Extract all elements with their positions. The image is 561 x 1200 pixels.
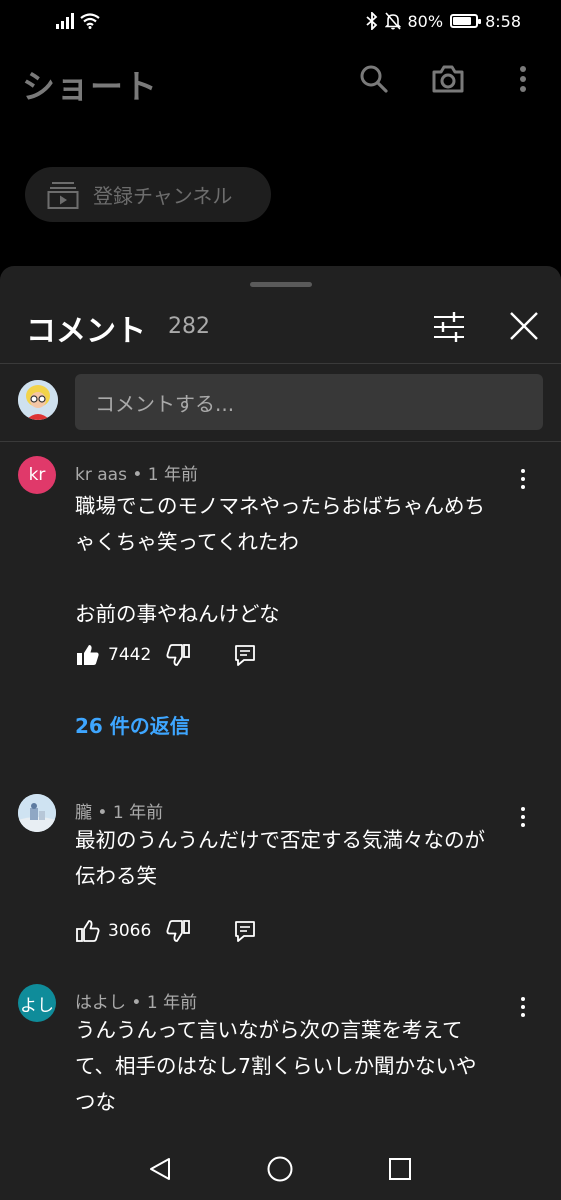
comment-line: ゃくちゃ笑ってくれたわ — [75, 530, 299, 554]
comment-line: 職場でこのモノマネやったらおばちゃんめち — [75, 494, 485, 518]
comment-line: 伝わる笑 — [75, 864, 157, 888]
comment-text: うんうんって言いながら次の言葉を考えて て、相手のはなし7割くらいしか聞かないや… — [75, 1012, 520, 1120]
avatar[interactable] — [18, 794, 56, 832]
comments-count: 282 — [168, 314, 210, 339]
comment-actions: 3066 — [75, 916, 258, 946]
reply-icon[interactable] — [232, 918, 258, 944]
home-icon[interactable] — [265, 1154, 295, 1184]
recents-icon[interactable] — [385, 1154, 415, 1184]
drag-handle[interactable] — [250, 282, 312, 287]
comment-line — [75, 560, 520, 596]
more-vert-icon[interactable] — [506, 62, 540, 96]
bell-off-icon — [384, 12, 401, 30]
comment-meta: 朧 • 1 年前 — [75, 798, 163, 823]
app-header: ショート — [0, 42, 561, 122]
clock: 8:58 — [485, 11, 521, 31]
comment-author[interactable]: 朧 — [75, 803, 92, 823]
camera-icon[interactable] — [431, 62, 465, 96]
comment-time: 1 年前 — [112, 803, 164, 823]
avatar[interactable]: kr — [18, 456, 56, 494]
close-icon[interactable] — [506, 308, 542, 344]
avatar-image — [18, 794, 56, 832]
divider — [0, 363, 561, 364]
battery-level — [453, 17, 472, 25]
comments-title: コメント — [26, 314, 146, 349]
meta-separator: • — [97, 803, 113, 823]
comment-input[interactable]: コメントする... — [75, 374, 543, 430]
signal-icon — [56, 13, 74, 29]
back-icon[interactable] — [145, 1154, 175, 1184]
meta-separator: • — [132, 465, 148, 485]
comments-sheet: コメント 282 コメントする... kr kr aas • 1 年前 職場でこ… — [0, 266, 561, 1200]
thumbs-up-filled-icon[interactable] — [75, 642, 101, 668]
thumbs-up-icon[interactable] — [75, 918, 101, 944]
status-bar: 80% 8:58 — [0, 0, 561, 42]
comment-line: て、相手のはなし7割くらいしか聞かないや — [75, 1054, 477, 1078]
navigation-bar — [0, 1136, 561, 1200]
comment-author[interactable]: kr aas — [75, 465, 127, 485]
comment-line: 最初のうんうんだけで否定する気満々なのが — [75, 828, 485, 852]
comment-author[interactable]: はよし — [75, 993, 126, 1013]
thumbs-down-icon[interactable] — [165, 918, 191, 944]
avatar — [18, 380, 58, 420]
meta-separator: • — [131, 993, 147, 1013]
reply-icon[interactable] — [232, 642, 258, 668]
comment-time: 1 年前 — [147, 465, 199, 485]
avatar[interactable]: よし — [18, 984, 56, 1022]
divider — [0, 441, 561, 442]
comment-actions: 7442 — [75, 640, 258, 670]
thumbs-down-icon[interactable] — [165, 642, 191, 668]
replies-link[interactable]: 26 件の返信 — [75, 710, 190, 739]
subscriptions-label: 登録チャンネル — [93, 184, 233, 208]
sort-filter-icon[interactable] — [432, 310, 466, 344]
comment-meta: kr aas • 1 年前 — [75, 460, 198, 485]
comment-line: つな — [75, 1090, 116, 1114]
avatar-initials: kr — [28, 465, 46, 485]
battery-percent: 80% — [407, 11, 444, 31]
comment-meta: はよし • 1 年前 — [75, 988, 197, 1013]
comment-text: 最初のうんうんだけで否定する気満々なのが 伝わる笑 — [75, 822, 520, 894]
subscriptions-icon — [47, 181, 79, 209]
search-icon[interactable] — [357, 62, 391, 96]
status-left — [56, 10, 100, 32]
wifi-icon — [80, 13, 100, 29]
comment-text: 職場でこのモノマネやったらおばちゃんめち ゃくちゃ笑ってくれたわ お前の事やねん… — [75, 488, 520, 632]
comment-line: お前の事やねんけどな — [75, 602, 280, 626]
status-right: 80% 8:58 — [365, 10, 521, 32]
comment-time: 1 年前 — [146, 993, 198, 1013]
battery-icon — [450, 14, 482, 28]
avatar-initials: よし — [20, 995, 54, 1016]
like-count: 3066 — [108, 921, 152, 941]
subscriptions-chip[interactable]: 登録チャンネル — [25, 167, 271, 222]
bluetooth-icon — [365, 12, 377, 30]
comment-line: うんうんって言いながら次の言葉を考えて — [75, 1018, 463, 1042]
like-count: 7442 — [108, 645, 152, 665]
page-title: ショート — [22, 67, 158, 106]
